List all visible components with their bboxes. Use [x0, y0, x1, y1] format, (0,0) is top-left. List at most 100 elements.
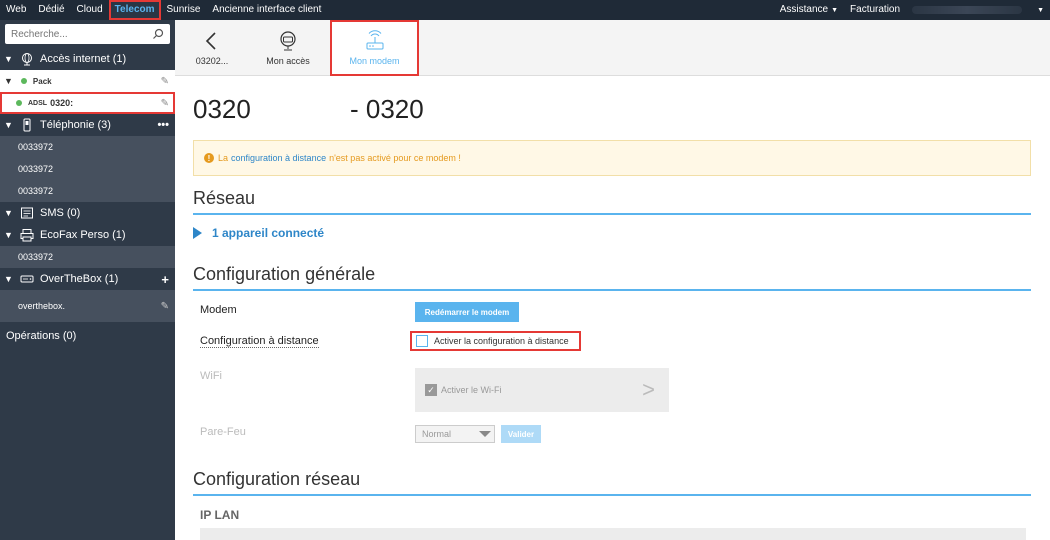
pencil-icon[interactable]: ✎ [161, 301, 169, 312]
nav-assistance[interactable]: Assistance ▼ [774, 0, 844, 21]
warning-icon: ! [204, 153, 214, 163]
sidebar-section-label: EcoFax Perso (1) [40, 229, 126, 241]
sidebar-item-pack[interactable]: ▼ Pack ✎ [0, 70, 175, 92]
message-icon [21, 207, 33, 219]
wifi-panel: ✓ Activer le Wi-Fi > [415, 368, 669, 412]
sidebar-section-label: Accès internet (1) [40, 53, 127, 65]
account-name-redacted[interactable] [912, 6, 1023, 14]
chevron-down-icon: ▼ [4, 76, 13, 86]
pencil-icon[interactable]: ✎ [161, 76, 169, 87]
nav-cloud[interactable]: Cloud [71, 0, 109, 20]
main-content: 0320 - 0320 ! La configuration à distanc… [175, 76, 1050, 540]
tab-label: Mon accès [266, 56, 310, 66]
nav-dedie[interactable]: Dédié [32, 0, 70, 20]
section-heading-config-generale: Configuration générale [193, 264, 1031, 291]
firewall-label: Pare-Feu [200, 426, 246, 438]
sidebar-item-phone-line[interactable]: 0033972 [0, 180, 175, 202]
chevron-left-icon [205, 32, 216, 50]
sidebar-item-label: overthebox. [18, 301, 66, 311]
restart-modem-button[interactable]: Redémarrer le modem [415, 302, 519, 322]
wifi-checkbox-label: Activer le Wi-Fi [441, 385, 502, 395]
remote-config-label: Configuration à distance [200, 335, 319, 348]
validate-button[interactable]: Valider [501, 425, 541, 443]
page-title: 0320 [193, 94, 251, 124]
chevron-down-icon: ▼ [4, 54, 13, 64]
tab-label: Mon modem [349, 56, 400, 66]
chevron-down-icon: ▼ [4, 208, 13, 218]
tab-back[interactable]: 03202... [187, 20, 237, 76]
chevron-down-icon: ▼ [831, 6, 839, 14]
tab-label: 03202... [195, 56, 229, 66]
page-title-secondary: - 0320 [350, 94, 424, 124]
sidebar-item-label: 0320: [50, 98, 74, 108]
sidebar-section-overthebox[interactable]: ▼ OverTheBox (1) + [0, 268, 175, 290]
alert-warning: ! La configuration à distance n'est pas … [193, 140, 1031, 176]
tab-mon-modem[interactable]: Mon modem [330, 20, 419, 76]
sidebar-item-phone-line[interactable]: 0033972 [0, 158, 175, 180]
remote-config-checkbox[interactable] [416, 335, 428, 347]
connected-devices-label: 1 appareil connecté [212, 226, 325, 240]
wifi-checkbox[interactable]: ✓ [425, 384, 437, 396]
sidebar-section-telephonie[interactable]: ▼ Téléphonie (3) ••• [0, 114, 175, 136]
adsl-badge: ADSL [28, 99, 48, 107]
sidebar-item-phone-line[interactable]: 0033972 [0, 136, 175, 158]
remote-config-link[interactable]: configuration à distance [231, 153, 326, 163]
sidebar-item-label: Pack [32, 76, 52, 86]
chevron-down-icon: ▼ [4, 120, 13, 130]
modem-label: Modem [200, 304, 237, 316]
search-icon[interactable] [152, 28, 164, 40]
nav-facturation[interactable]: Facturation [844, 0, 906, 20]
router-icon [20, 275, 34, 283]
search-input[interactable] [11, 28, 146, 40]
caret-right-icon [193, 227, 202, 239]
chevron-down-icon [479, 431, 491, 437]
nav-old-interface[interactable]: Ancienne interface client [206, 0, 327, 20]
tab-mon-acces[interactable]: Mon accès [255, 20, 321, 76]
sidebar-section-label: OverTheBox (1) [40, 273, 119, 285]
remote-config-checkbox-label: Activer la configuration à distance [434, 336, 569, 346]
sidebar-item-label: 0033972 [18, 142, 54, 152]
sidebar-section-sms[interactable]: ▼ SMS (0) [0, 202, 175, 224]
tab-bar: 03202... Mon accès Mon modem [175, 20, 1050, 76]
ip-lan-heading: IP LAN [200, 508, 240, 522]
sidebar-item-label: 0033972 [18, 186, 54, 196]
add-icon[interactable]: + [161, 272, 169, 287]
remote-config-checkbox-wrapper[interactable]: Activer la configuration à distance [410, 331, 581, 351]
section-heading-config-reseau: Configuration réseau [193, 469, 1031, 496]
firewall-select[interactable]: Normal [415, 425, 495, 443]
wifi-modem-icon [366, 30, 383, 50]
ip-lan-table-header [200, 528, 1026, 540]
topnav-right: Assistance ▼ Facturation ▼ [774, 0, 1050, 21]
sidebar-item-fax-line[interactable]: 0033972 [0, 246, 175, 268]
sidebar-section-acces-internet[interactable]: ▼ Accès internet (1) [0, 48, 175, 70]
modem-globe-icon [280, 31, 296, 51]
pencil-icon[interactable]: ✎ [161, 98, 169, 109]
sidebar: ▼ Accès internet (1) ▼ Pack ✎ ADSL 0320:… [0, 20, 175, 540]
sidebar-item-label: 0033972 [18, 252, 54, 262]
connected-devices-toggle[interactable]: 1 appareil connecté [193, 226, 324, 240]
sidebar-section-label: Téléphonie (3) [40, 119, 111, 131]
chevron-down-icon: ▼ [4, 274, 13, 284]
sidebar-item-operations[interactable]: Opérations (0) [6, 330, 76, 342]
account-menu-chevron-icon[interactable]: ▼ [1028, 0, 1050, 21]
sidebar-item-adsl[interactable]: ADSL 0320: ✎ [0, 92, 175, 114]
alert-text-suffix: n'est pas activé pour ce modem ! [329, 153, 461, 163]
top-navigation: Web Dédié Cloud Telecom Sunrise Ancienne… [0, 0, 1050, 20]
search-box [5, 24, 170, 44]
globe-icon [22, 53, 32, 66]
chevron-down-icon: ▼ [4, 230, 13, 240]
chevron-right-icon[interactable]: > [642, 377, 655, 403]
phone-icon [23, 118, 31, 132]
section-heading-reseau: Réseau [193, 188, 1031, 215]
status-dot [16, 100, 22, 106]
firewall-select-value: Normal [422, 429, 452, 439]
sidebar-item-overthebox[interactable]: overthebox. ✎ [0, 290, 175, 322]
sidebar-section-ecofax[interactable]: ▼ EcoFax Perso (1) [0, 224, 175, 246]
alert-text-prefix: La [218, 153, 229, 163]
nav-web[interactable]: Web [0, 0, 32, 20]
sidebar-item-label: 0033972 [18, 164, 54, 174]
nav-sunrise[interactable]: Sunrise [161, 0, 207, 20]
nav-telecom[interactable]: Telecom [108, 0, 161, 20]
sidebar-section-label: SMS (0) [40, 207, 81, 219]
more-options-icon[interactable]: ••• [157, 119, 169, 131]
